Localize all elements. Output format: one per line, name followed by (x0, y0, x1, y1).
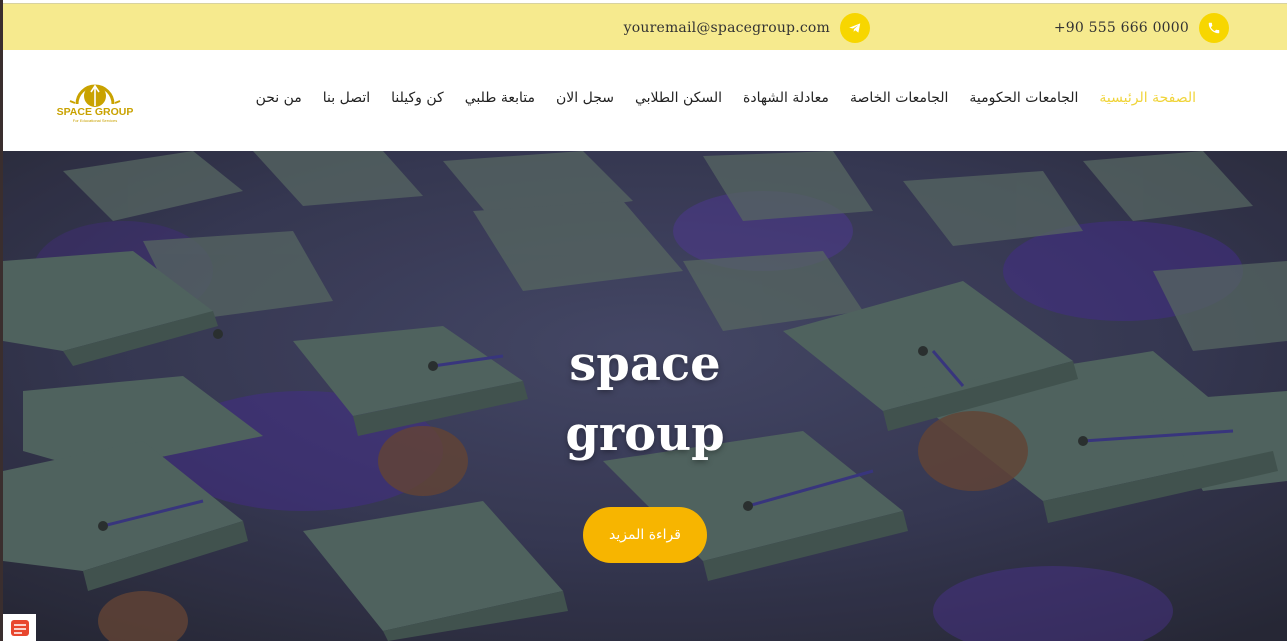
hero-section: space group قراءة المزيد (3, 151, 1287, 641)
email-address[interactable]: youremail@spacegroup.com (624, 20, 830, 36)
widget-icon (10, 619, 29, 636)
nav-register-now[interactable]: سجل الان (556, 90, 614, 106)
nav-become-agent[interactable]: كن وكيلنا (391, 90, 444, 106)
nav-public-universities[interactable]: الجامعات الحكومية (969, 90, 1078, 106)
main-nav: الصفحة الرئيسية الجامعات الحكومية الجامع… (256, 90, 1196, 106)
corner-widget[interactable] (3, 614, 36, 641)
nav-home[interactable]: الصفحة الرئيسية (1099, 90, 1196, 106)
hero-title-line1: space (569, 336, 721, 392)
read-more-button[interactable]: قراءة المزيد (583, 507, 707, 563)
space-group-logo[interactable]: SPACE GROUP For Educational Services (55, 74, 135, 126)
phone-number[interactable]: +90 555 666 0000 (1054, 20, 1189, 36)
phone-contact[interactable]: +90 555 666 0000 (1054, 12, 1229, 43)
telegram-icon[interactable] (840, 12, 870, 43)
hero-title-line2: group (565, 406, 725, 462)
svg-text:For Educational Services: For Educational Services (73, 118, 117, 123)
nav-track-application[interactable]: متابعة طلبي (465, 90, 535, 106)
nav-about-us[interactable]: من نحن (256, 90, 302, 106)
nav-student-housing[interactable]: السكن الطلابي (635, 90, 722, 106)
phone-icon[interactable] (1199, 12, 1229, 43)
nav-certificate-equivalency[interactable]: معادلة الشهادة (743, 90, 829, 106)
email-contact[interactable]: youremail@spacegroup.com (624, 12, 870, 43)
top-contact-bar: +90 555 666 0000 youremail@spacegroup.co… (3, 3, 1287, 50)
svg-text:SPACE GROUP: SPACE GROUP (57, 106, 134, 118)
nav-private-universities[interactable]: الجامعات الخاصة (850, 90, 948, 106)
hero-title: space group (3, 329, 1287, 469)
nav-contact-us[interactable]: اتصل بنا (323, 90, 370, 106)
site-header: SPACE GROUP For Educational Services الص… (3, 50, 1287, 151)
